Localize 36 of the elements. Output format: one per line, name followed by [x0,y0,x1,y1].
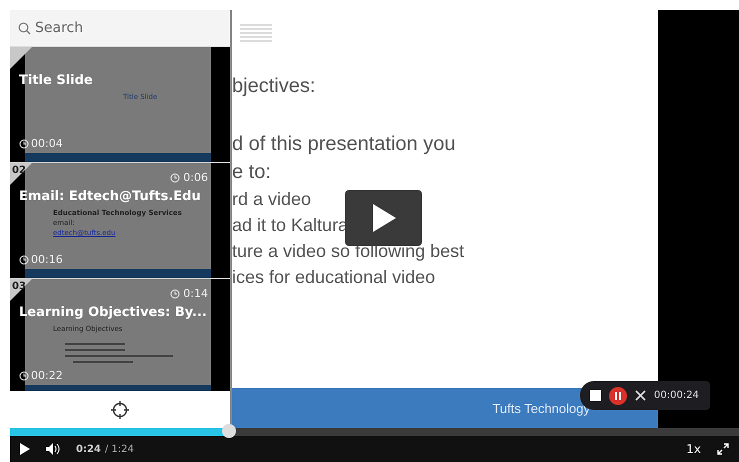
clock-icon [19,254,29,264]
chapter-start-time: 00:22 [19,369,63,382]
menu-icon [240,22,274,44]
recording-time: 00:00:24 [654,390,699,401]
clock-icon [19,138,29,148]
play-icon [370,203,396,233]
search-icon [18,22,31,34]
total-duration: / 1:24 [104,444,134,454]
slide-text: ture a video so following best [232,240,464,263]
chapter-start-time: 00:16 [19,253,63,266]
chapter-duration: 0:14 [170,287,208,300]
slide-text: rd a video [232,188,312,211]
clock-icon [170,288,180,298]
chapter-number: 02 [12,165,26,176]
slide-text: ices for educational video [232,266,436,289]
speed-button[interactable]: 1x [686,442,701,456]
clock-icon [19,370,29,380]
slide-text: e to: [232,160,271,185]
play-button[interactable] [20,443,30,455]
close-button[interactable] [635,390,646,401]
chapter-duration: 0:06 [170,171,208,184]
slide-heading: bjectives: [232,74,316,99]
chapter-start-time: 00:04 [19,137,63,150]
clock-icon [170,172,180,182]
current-time: 0:24 [76,444,101,454]
volume-button[interactable] [46,443,60,455]
pause-button[interactable] [609,386,627,404]
fullscreen-button[interactable] [717,443,729,455]
crosshair-icon[interactable] [110,400,130,420]
search-field[interactable]: Search [10,10,230,47]
search-input[interactable]: Search [33,19,187,37]
chapter-number: 03 [12,281,26,292]
slide-footer-text: Tufts Technology [492,400,590,416]
slide-text: d of this presentation you [232,132,456,157]
corner-tab [10,47,32,69]
play-button[interactable] [345,190,422,246]
